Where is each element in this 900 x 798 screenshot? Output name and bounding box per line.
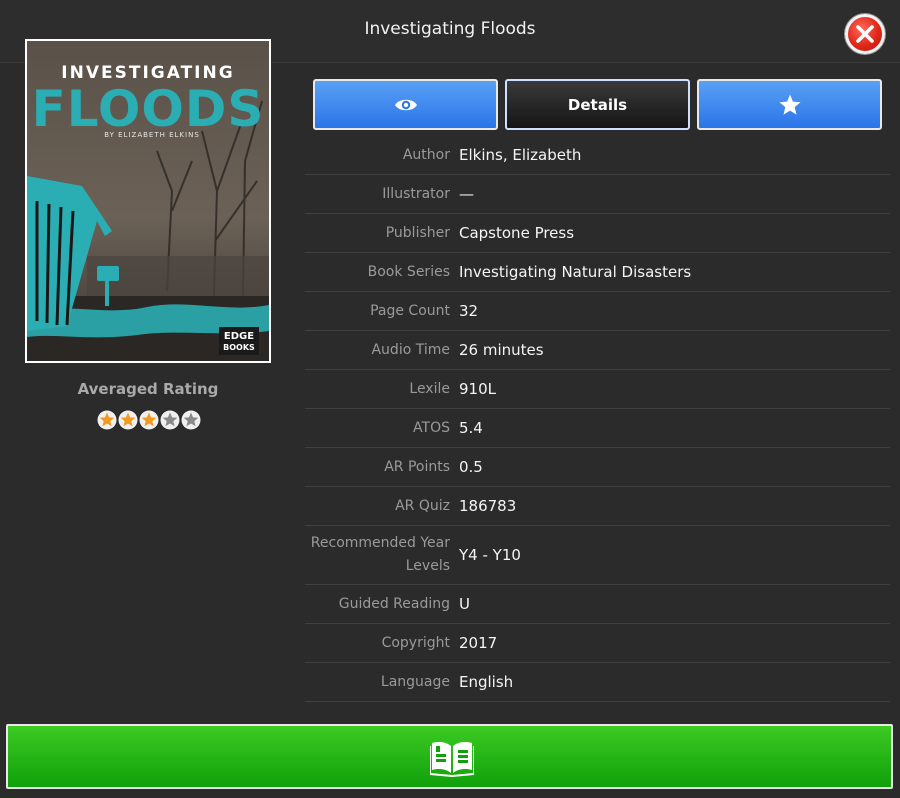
close-button[interactable] [845,14,885,54]
detail-value: English [459,673,514,691]
detail-key: Page Count [370,302,450,319]
cover-title-main: FLOODS [32,80,265,138]
svg-text:BOOKS: BOOKS [223,343,255,352]
detail-value: 910L [459,380,496,398]
detail-row: Language English [305,663,890,702]
details-tab-button[interactable]: Details [505,79,690,130]
detail-row: Recommended Year Levels Y4 - Y10 [305,526,890,585]
open-book-icon [430,742,474,777]
detail-value: U [459,595,470,613]
star-filled-icon [118,410,138,430]
detail-value: 0.5 [459,458,483,476]
detail-value: 5.4 [459,419,483,437]
detail-value: 186783 [459,497,517,515]
detail-key: Audio Time [371,341,450,358]
svg-text:EDGE: EDGE [224,331,254,342]
detail-key: AR Quiz [395,497,450,514]
detail-key: Copyright [381,634,450,651]
star-filled-icon [97,410,117,430]
detail-value: 2017 [459,634,498,652]
detail-value: 26 minutes [459,341,544,359]
detail-row: Page Count 32 [305,292,890,331]
star-empty-icon [181,410,201,430]
read-book-button[interactable] [6,724,893,789]
cover-byline: BY ELIZABETH ELKINS [104,131,200,139]
detail-row: Illustrator — [305,175,890,214]
detail-row: Author Elkins, Elizabeth [305,136,890,175]
detail-value: Capstone Press [459,224,575,242]
detail-value: Y4 - Y10 [459,546,521,564]
favorite-button[interactable] [697,79,882,130]
details-table: Author Elkins, Elizabeth Illustrator — Publi… [305,136,890,702]
window-title: Investigating Floods [364,19,536,39]
close-icon [856,25,874,43]
detail-key: Lexile [409,380,450,397]
detail-row: Book Series Investigating Natural Disaste… [305,253,890,292]
star-icon [779,94,800,115]
detail-key: Illustrator [382,185,450,202]
detail-row: Publisher Capstone Press [305,214,890,253]
detail-key: Author [402,146,450,163]
detail-key: Language [380,673,450,690]
detail-row: ATOS 5.4 [305,409,890,448]
detail-row: Guided Reading U [305,585,890,624]
details-label: Details [567,96,628,114]
averaged-rating-label: Averaged Rating [77,380,219,398]
detail-value: Investigating Natural Disasters [459,263,692,281]
detail-row: Audio Time 26 minutes [305,331,890,370]
star-rating [97,410,201,430]
detail-key: Book Series [367,263,450,280]
detail-value: — [459,185,474,203]
star-filled-icon [139,410,159,430]
detail-row: AR Quiz 186783 [305,487,890,526]
detail-value: 32 [459,302,479,320]
detail-value: Elkins, Elizabeth [459,146,582,164]
book-cover: INVESTIGATING FLOODS BY ELIZABETH ELKINS… [25,39,271,363]
detail-key: Recommended Year Levels [310,535,450,574]
star-empty-icon [160,410,180,430]
detail-row: Copyright 2017 [305,624,890,663]
detail-row: Lexile 910L [305,370,890,409]
detail-key: ATOS [413,419,450,436]
detail-key: Guided Reading [338,595,450,612]
detail-key: AR Points [384,458,450,475]
preview-button[interactable] [313,79,498,130]
publisher-logo: EDGE BOOKS [219,327,259,355]
detail-key: Publisher [385,224,450,241]
eye-icon [394,99,417,110]
detail-row: AR Points 0.5 [305,448,890,487]
